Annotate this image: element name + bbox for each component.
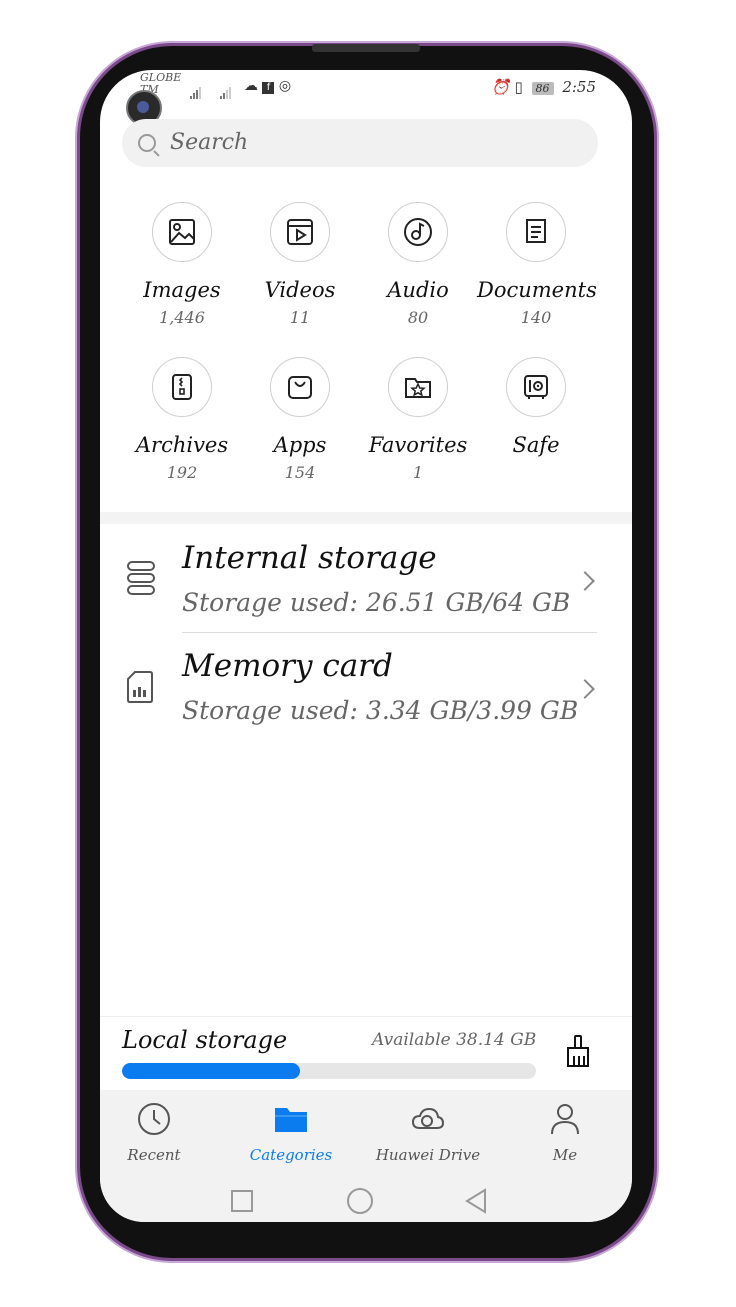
category-label: Safe: [512, 433, 560, 457]
nav-huawei-drive[interactable]: Huawei Drive: [368, 1102, 488, 1164]
category-archives[interactable]: Archives 192: [123, 357, 241, 483]
storage-title: Memory card: [182, 648, 393, 684]
storage-stack-icon: [126, 560, 156, 600]
facebook-icon: f: [262, 82, 275, 94]
screen: GLOBE TM ☁ f ◎ ⏰ ▯ 86 2:55 Search Images…: [100, 70, 632, 1222]
category-videos[interactable]: Videos 11: [241, 202, 359, 328]
nav-label: Recent: [127, 1146, 181, 1164]
category-count: 1,446: [159, 308, 205, 327]
recent-apps-button[interactable]: [231, 1190, 253, 1212]
local-storage-available: Available 38.14 GB: [372, 1030, 537, 1050]
internal-storage-row[interactable]: Internal storage Storage used: 26.51 GB/…: [100, 532, 632, 632]
row-divider: [182, 632, 597, 633]
memory-card-row[interactable]: Memory card Storage used: 3.34 GB/3.99 G…: [100, 640, 632, 740]
storage-title: Internal storage: [182, 540, 437, 576]
category-count: 192: [166, 463, 198, 482]
vibrate-icon: ▯: [514, 78, 523, 96]
local-storage-bar-fill: [122, 1063, 301, 1079]
category-label: Apps: [273, 433, 327, 457]
category-count: 140: [520, 308, 552, 327]
shopping-bag-icon: [270, 357, 330, 417]
nav-label: Categories: [249, 1146, 333, 1164]
archive-icon: [152, 357, 212, 417]
image-icon: [152, 202, 212, 262]
bottom-navigation: Recent Categories Huawei Drive Me: [100, 1090, 632, 1222]
home-button[interactable]: [347, 1188, 373, 1214]
nav-label: Huawei Drive: [375, 1146, 481, 1164]
section-divider: [100, 512, 632, 524]
category-apps[interactable]: Apps 154: [241, 357, 359, 483]
clock-icon: [100, 1102, 214, 1140]
category-count: 154: [284, 463, 316, 482]
person-icon: [505, 1102, 625, 1140]
cloud-notify-icon: ☁: [244, 78, 258, 94]
category-documents[interactable]: Documents 140: [477, 202, 597, 328]
search-icon: [138, 134, 156, 152]
nav-categories[interactable]: Categories: [231, 1102, 351, 1164]
phone-speaker: [312, 44, 420, 52]
signal-icon-2: [220, 80, 232, 99]
folder-icon: [231, 1102, 351, 1140]
category-count: 80: [407, 308, 429, 327]
category-audio[interactable]: Audio 80: [359, 202, 477, 328]
category-label: Documents: [477, 278, 597, 302]
messenger-icon: ◎: [278, 78, 292, 94]
chevron-right-icon: [575, 571, 595, 591]
battery-indicator: 86: [531, 82, 554, 95]
music-icon: [388, 202, 448, 262]
category-label: Videos: [264, 278, 336, 302]
local-storage-label: Local storage: [122, 1026, 288, 1054]
nav-label: Me: [552, 1146, 578, 1164]
category-label: Favorites: [368, 433, 468, 457]
category-count: 11: [289, 308, 311, 327]
search-placeholder: Search: [170, 130, 249, 155]
storage-subtitle: Storage used: 26.51 GB/64 GB: [182, 588, 571, 617]
sd-card-icon: [126, 670, 154, 708]
status-notification-icons: ☁ f ◎: [244, 78, 291, 94]
category-label: Archives: [135, 433, 229, 457]
status-bar-right: ⏰ ▯ 86 2:55: [491, 78, 596, 96]
nav-me[interactable]: Me: [505, 1102, 625, 1164]
local-storage-divider: [100, 1016, 632, 1017]
category-images[interactable]: Images 1,446: [123, 202, 241, 328]
alarm-icon: ⏰: [491, 78, 510, 96]
category-safe[interactable]: Safe: [477, 357, 595, 463]
cloud-icon: [368, 1102, 488, 1140]
document-icon: [506, 202, 566, 262]
category-count: 1: [412, 463, 424, 482]
category-favorites[interactable]: Favorites 1: [359, 357, 477, 483]
broom-icon[interactable]: [564, 1034, 592, 1074]
nav-recent[interactable]: Recent: [100, 1102, 214, 1164]
video-icon: [270, 202, 330, 262]
category-label: Images: [143, 278, 221, 302]
safe-icon: [506, 357, 566, 417]
back-button[interactable]: [464, 1188, 488, 1218]
category-label: Audio: [387, 278, 449, 302]
local-storage-bar: [122, 1063, 536, 1079]
star-folder-icon: [388, 357, 448, 417]
search-bar[interactable]: Search: [122, 119, 598, 167]
status-time: 2:55: [562, 78, 596, 96]
signal-icon: [190, 80, 202, 99]
storage-subtitle: Storage used: 3.34 GB/3.99 GB: [182, 696, 579, 725]
